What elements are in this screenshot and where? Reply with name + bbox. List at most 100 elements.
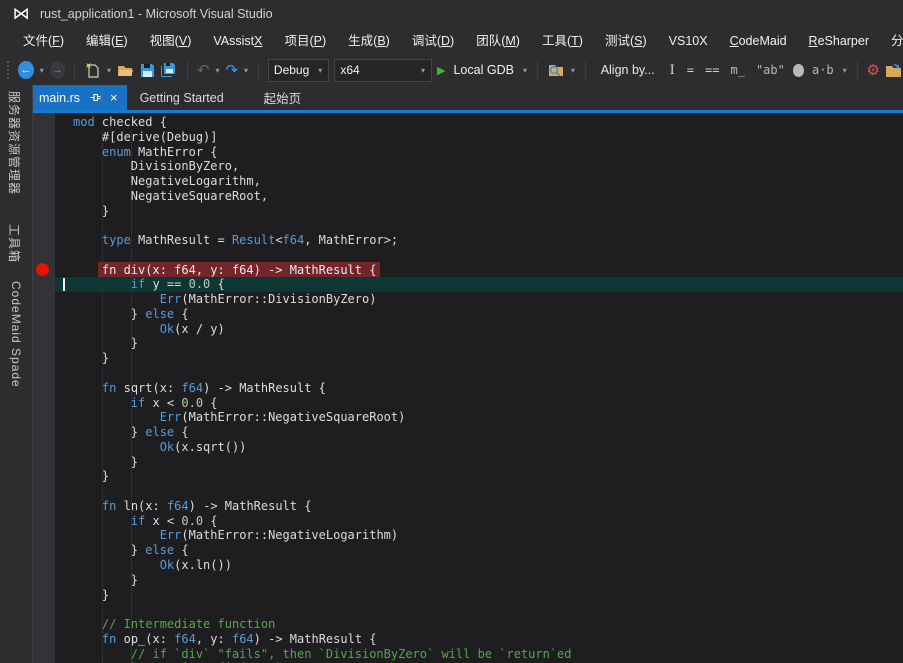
code-line[interactable]: if x < 0.0 { [55,396,903,411]
code-line[interactable]: // if `div` "fails", then `DivisionByZer… [55,647,903,662]
menu-item[interactable]: VAssistX [202,28,273,55]
ibeam-cursor-icon[interactable]: I [666,63,679,78]
menu-item[interactable]: 生成(B) [337,28,401,55]
solution-platform-value: x64 [340,63,367,77]
save-button[interactable] [140,63,155,78]
redo-button[interactable]: ↷ [225,61,238,79]
menu-item[interactable]: 团队(M) [465,28,531,55]
code-line[interactable]: fn ln(x: f64) -> MathResult { [55,499,903,514]
find-dropdown-icon[interactable]: ▾ [570,66,576,75]
code-line[interactable]: if y == 0.0 { [55,277,903,292]
resharper-open-button[interactable] [885,62,903,78]
menu-item[interactable]: 调试(D) [401,28,465,55]
tool-window-tab[interactable]: CodeMaid Spade [9,281,23,388]
code-line[interactable]: } else { [55,307,903,322]
code-line[interactable] [55,218,903,233]
start-debugging-icon[interactable]: ▶ [437,64,445,77]
toolbar-grip[interactable] [6,60,10,80]
menu-item[interactable]: 文件(F) [12,28,75,55]
code-line[interactable]: } else { [55,425,903,440]
undo-dropdown-icon[interactable]: ▾ [214,66,220,75]
code-line[interactable]: NegativeLogarithm, [55,174,903,189]
menu-item[interactable]: VS10X [658,28,719,55]
align-members-button[interactable]: m_ [727,63,747,77]
menu-item[interactable]: 项目(P) [273,28,337,55]
document-tab[interactable]: Getting Started [127,85,237,110]
code-line[interactable]: mod checked { [55,115,903,130]
navigate-back-button[interactable]: ← [18,61,33,79]
codemaid-cleanup-button[interactable]: ⚙ [867,61,880,79]
code-line[interactable] [55,248,903,263]
tab-label: 起始页 [264,88,302,107]
navigate-back-dropdown-icon[interactable]: ▾ [39,66,45,75]
code-line[interactable]: } [55,336,903,351]
code-line[interactable]: Ok(x.sqrt()) [55,440,903,455]
code-line[interactable]: fn op_(x: f64, y: f64) -> MathResult { [55,632,903,647]
solution-configuration-select[interactable]: Debug ▾ [268,59,329,82]
undo-button[interactable]: ↶ [197,61,210,79]
code-line[interactable]: #[derive(Debug)] [55,130,903,145]
new-file-dropdown-icon[interactable]: ▾ [106,66,112,75]
menu-item[interactable]: CodeMaid [719,28,798,55]
code-line[interactable]: if x < 0.0 { [55,514,903,529]
close-icon[interactable]: × [110,91,118,104]
code-line[interactable]: DivisionByZero, [55,159,903,174]
code-editor[interactable]: mod checked { #[derive(Debug)] enum Math… [33,113,903,663]
menu-item[interactable]: 编辑(E) [75,28,139,55]
menu-item[interactable]: 测试(S) [594,28,658,55]
code-line[interactable]: fn div(x: f64, y: f64) -> MathResult { [55,263,903,278]
align-equals-button[interactable]: = [684,63,697,77]
code-line[interactable] [55,366,903,381]
code-line[interactable]: Err(MathError::NegativeSquareRoot) [55,410,903,425]
code-line[interactable]: Err(MathError::NegativeLogarithm) [55,528,903,543]
code-line[interactable]: type MathResult = Result<f64, MathError>… [55,233,903,248]
code-line[interactable]: Err(MathError::DivisionByZero) [55,292,903,307]
code-line[interactable]: } [55,573,903,588]
code-line[interactable]: } [55,455,903,470]
align-strings-button[interactable]: "ab" [753,63,788,77]
menu-item[interactable]: 工具(T) [531,28,594,55]
code-line[interactable]: } [55,588,903,603]
open-file-button[interactable] [117,62,135,78]
document-tab[interactable]: main.rs× [30,85,127,110]
code-line[interactable]: } else { [55,543,903,558]
save-all-icon [160,62,178,78]
record-dot-icon[interactable] [793,64,804,77]
align-by-button[interactable]: Align by... [595,63,661,77]
menu-item[interactable]: 视图(V) [139,28,203,55]
code-line[interactable] [55,484,903,499]
menu-item[interactable]: 分析(N) [880,28,903,55]
run-target-dropdown-icon[interactable]: ▾ [522,66,528,75]
start-debugging-button[interactable]: Local GDB [450,63,516,77]
code-line[interactable]: // Intermediate function [55,617,903,632]
redo-dropdown-icon[interactable]: ▾ [243,66,249,75]
code-line[interactable]: } [55,204,903,219]
code-lines[interactable]: mod checked { #[derive(Debug)] enum Math… [55,113,903,663]
code-line[interactable]: Ok(x.ln()) [55,558,903,573]
align-double-equals-button[interactable]: == [702,63,722,77]
menu-item[interactable]: ReSharper [798,28,880,55]
navigate-forward-button[interactable]: → [50,61,65,79]
text-caret [63,278,65,291]
code-line[interactable]: NegativeSquareRoot, [55,189,903,204]
align-tokens-button[interactable]: a·b [809,63,837,77]
code-line[interactable]: } [55,351,903,366]
tool-window-tab[interactable]: 工具箱 [6,224,23,263]
solution-platform-select[interactable]: x64 ▾ [334,59,432,82]
code-line[interactable]: fn sqrt(x: f64) -> MathResult { [55,381,903,396]
code-line[interactable]: enum MathError { [55,145,903,160]
new-file-button[interactable] [84,62,101,79]
align-dropdown-icon[interactable]: ▾ [842,66,848,75]
save-all-button[interactable] [160,62,178,78]
code-line[interactable]: Ok(x / y) [55,322,903,337]
find-in-files-button[interactable] [547,62,565,78]
tool-window-tab[interactable]: 服务器资源管理器 [6,91,23,195]
breakpoint-dot[interactable] [36,263,49,276]
document-tab[interactable]: 起始页 [251,85,315,110]
code-line[interactable] [55,602,903,617]
breakpoint-margin[interactable] [33,113,55,663]
pin-icon[interactable] [90,92,101,103]
chevron-down-icon: ▾ [420,66,426,75]
code-line[interactable]: } [55,469,903,484]
open-folder-icon [117,62,135,78]
